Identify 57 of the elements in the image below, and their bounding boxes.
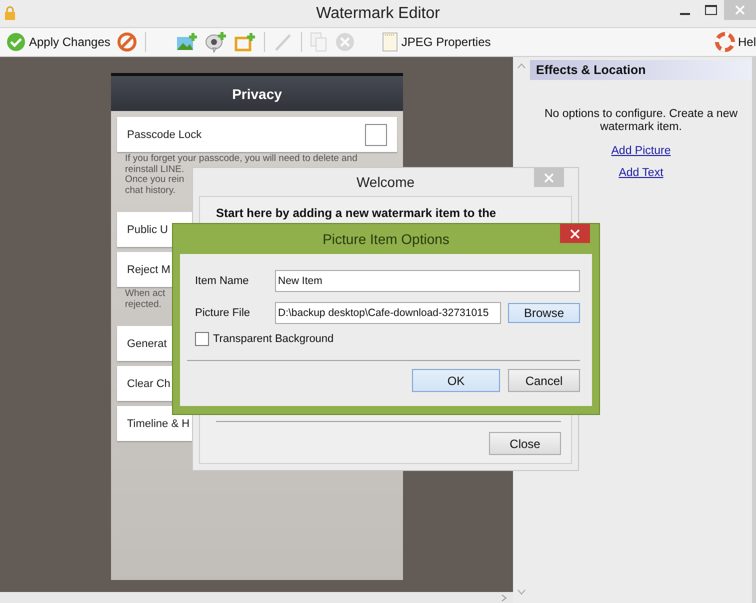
copy-icon [310,32,328,52]
note-text: reinstall LINE. [125,164,184,175]
dialog-title: Picture Item Options [322,231,450,247]
jpeg-properties-button[interactable]: JPEG Properties [380,30,493,54]
settings-row[interactable]: Passcode Lock [117,117,397,152]
add-link[interactable]: Add Picture [611,145,671,157]
document-icon [382,32,398,52]
browse-button[interactable]: Browse [508,303,580,323]
delete-icon [335,32,356,52]
screen-title: Privacy [232,86,282,102]
row-label: Reject M [127,264,170,276]
pencil-icon [273,32,294,52]
panel-message: No options to configure. Create a new watermark item. [543,108,739,134]
minimize-icon [680,13,690,15]
close-icon [735,5,745,15]
lifebuoy-icon [714,32,735,52]
apply-changes-button[interactable]: Apply Changes [4,30,112,54]
add-link[interactable]: Add Text [618,167,664,179]
note-text: rejected. [125,300,162,310]
field-label: Item Name [195,275,250,287]
add-image-icon [176,32,198,52]
note-text: When act [125,289,166,300]
close-dialog-button[interactable]: Close [489,432,561,455]
checkbox[interactable] [365,124,387,146]
window-title: Watermark Editor [316,4,440,22]
row-label: Clear Ch [127,378,170,390]
toolbar-button[interactable] [115,30,140,54]
close-icon [570,228,580,238]
no-entry-icon [117,32,138,52]
intro-text: Start here by adding a new watermark item to the [216,206,498,220]
close-button[interactable] [560,224,590,243]
note-text: chat history. [125,186,176,196]
dialog-button[interactable]: OK [412,369,500,392]
dialog-button[interactable]: Cancel [508,369,580,392]
checkbox-label: Transparent Background [213,333,334,345]
help-button[interactable]: Hel [712,30,756,54]
panel-title: Effects & Location [536,63,646,77]
scroll-right-icon[interactable] [501,594,507,602]
field-label: Picture File [195,307,252,319]
maximize-icon [705,5,717,15]
lock-icon [4,6,16,20]
row-label: Public U [127,224,168,236]
note-text: Once you rein [125,175,184,186]
text-field[interactable]: D:\backup desktop\Cafe-download-32731015 [275,302,501,324]
close-icon [544,172,554,182]
dialog-title: Welcome [356,174,415,190]
scroll-down-icon[interactable] [517,589,526,595]
row-label: Passcode Lock [127,128,202,140]
text-field[interactable]: New Item [275,270,580,292]
checkbox[interactable] [195,332,209,346]
row-label: Generat [127,338,167,350]
check-circle-icon [6,32,26,52]
add-frame-icon [234,32,256,52]
row-label: Timeline & H [127,418,190,430]
scroll-up-icon[interactable] [517,63,526,69]
add-text-bubble-icon [205,31,228,53]
note-text: If you forget your passcode, you will need to delete and [125,154,358,164]
